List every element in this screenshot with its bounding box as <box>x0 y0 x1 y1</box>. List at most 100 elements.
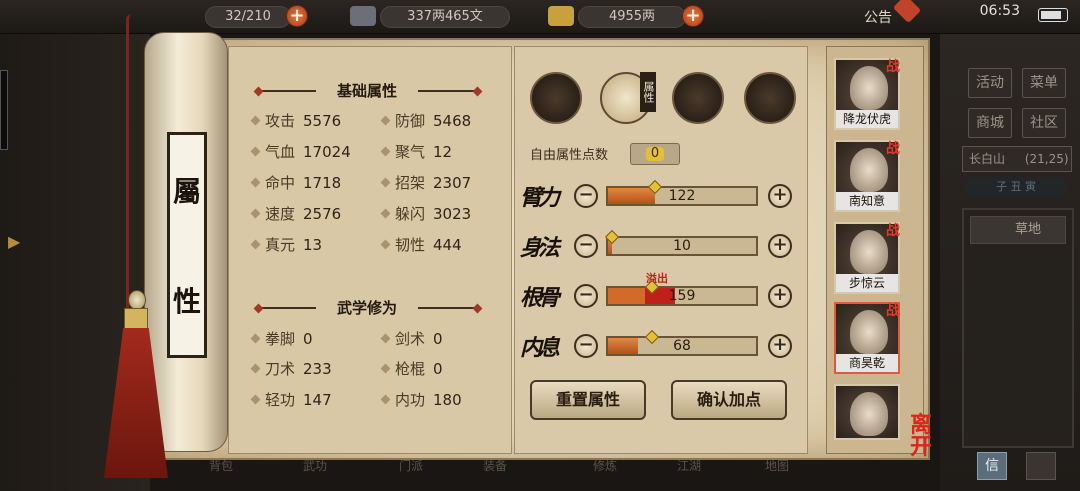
tassel-bead-icon <box>128 290 146 310</box>
martial-cultivation-title: 武学修为 <box>252 297 482 319</box>
silver-ingot-icon <box>548 6 574 26</box>
battle-tag: 战 <box>886 59 900 75</box>
stat-fist: 拳脚 0 <box>250 328 313 350</box>
dock-bag[interactable]: 背包 <box>196 457 246 487</box>
stat-defense: 防御 5468 <box>380 110 471 132</box>
stat-blade: 刀术 233 <box>250 358 332 380</box>
battle-tag: 战 <box>886 141 900 157</box>
inner-breath-minus-button[interactable]: − <box>574 334 598 358</box>
community-button[interactable]: 社区 <box>1022 108 1066 138</box>
member-name: 南知意 <box>836 192 898 210</box>
stat-dodge: 躲闪 3023 <box>380 203 471 225</box>
party-member[interactable]: 战 南知意 <box>834 140 900 212</box>
time-of-day: 子 丑 寅 <box>966 178 1066 196</box>
constitution-bar: 159 <box>606 279 758 306</box>
expand-arrow-icon[interactable]: ▶ <box>8 232 20 251</box>
constitution-plus-button[interactable]: + <box>768 284 792 308</box>
tassel-cap-icon <box>124 308 148 330</box>
member-name: 步惊云 <box>836 274 898 292</box>
bagua-icon[interactable] <box>672 72 724 124</box>
left-edge-tab[interactable] <box>0 70 8 150</box>
activity-button[interactable]: 活动 <box>968 68 1012 98</box>
terrain-label: 草地 <box>970 216 1066 244</box>
silver-display: 4955两 <box>578 6 686 28</box>
stat-toughness: 韧性 444 <box>380 234 462 256</box>
member-name: 降龙伏虎 <box>836 110 898 128</box>
info-button[interactable]: 信 <box>977 452 1007 480</box>
scroll-title-top: 屬 <box>172 175 201 208</box>
dock-world[interactable]: 江湖 <box>664 457 714 487</box>
member-name: 商昊乾 <box>836 354 898 372</box>
avatar <box>850 148 888 192</box>
avatar <box>850 230 888 274</box>
battle-tag: 战 <box>886 303 900 319</box>
stat-accuracy: 命中 1718 <box>250 172 341 194</box>
dock-equip[interactable]: 装备 <box>470 457 520 487</box>
inner-breath-value: 68 <box>673 338 691 354</box>
agility-bar: 10 <box>605 229 758 256</box>
stat-sword: 剑术 0 <box>380 328 443 350</box>
strength-value: 122 <box>668 188 696 204</box>
stamina-display: 32/210 <box>205 6 291 28</box>
agility-plus-button[interactable]: + <box>768 234 792 258</box>
announcement-badge-icon <box>892 0 922 24</box>
tassel-cord <box>126 14 132 314</box>
clock: 06:53 <box>979 3 1020 19</box>
reset-attributes-button[interactable]: 重置属性 <box>530 380 646 420</box>
stat-lightness: 轻功 147 <box>250 389 332 411</box>
stat-speed: 速度 2576 <box>250 203 341 225</box>
avatar <box>850 392 888 436</box>
party-member[interactable]: 战 降龙伏虎 <box>834 58 900 130</box>
stat-true-qi: 真元 13 <box>250 234 322 256</box>
stat-qi: 聚气 12 <box>380 141 452 163</box>
stat-attack: 攻击 5576 <box>250 110 341 132</box>
free-points-label: 自由属性点数 <box>530 148 609 163</box>
add-stamina-button[interactable]: + <box>286 5 308 27</box>
free-points-value: 0 <box>630 143 680 165</box>
dock-map[interactable]: 地图 <box>752 457 802 487</box>
location-coords: (21,25) <box>1024 152 1069 166</box>
attr-constitution-label: 根骨 <box>520 285 560 311</box>
constitution-value: 159 <box>668 288 696 304</box>
menu-button[interactable]: 菜单 <box>1022 68 1066 98</box>
avatar <box>850 310 888 354</box>
top-bar: 32/210 + 337两465文 4955两 + 公告 06:53 <box>0 0 1080 34</box>
leave-button[interactable]: 离开 <box>910 414 950 458</box>
battle-tag: 战 <box>886 223 900 239</box>
copper-icon <box>350 6 376 26</box>
add-silver-button[interactable]: + <box>682 5 704 27</box>
copper-display: 337两465文 <box>380 6 510 28</box>
avatar <box>850 66 888 110</box>
attr-strength-label: 臂力 <box>520 185 560 211</box>
location-name: 长白山 <box>969 152 1006 166</box>
inner-breath-plus-button[interactable]: + <box>768 334 792 358</box>
scroll-title: 屬 性 <box>167 132 207 358</box>
minimap[interactable] <box>962 208 1074 448</box>
attributes-tab-badge: 属性 <box>640 72 656 112</box>
confirm-points-button[interactable]: 确认加点 <box>671 380 787 420</box>
agility-value: 10 <box>673 238 691 254</box>
scroll-title-bottom: 性 <box>172 285 201 318</box>
stat-spear: 枪棍 0 <box>380 358 443 380</box>
battery-icon <box>1038 8 1068 22</box>
character-hat-icon[interactable] <box>530 72 582 124</box>
shop-button[interactable]: 商城 <box>968 108 1012 138</box>
stat-parry: 招架 2307 <box>380 172 471 194</box>
strength-bar: 122 <box>606 179 758 206</box>
party-member[interactable] <box>834 384 900 440</box>
announcement-button[interactable]: 公告 <box>864 7 892 27</box>
party-member-selected[interactable]: 战 商昊乾 <box>834 302 900 374</box>
dock-sect[interactable]: 门派 <box>386 457 436 487</box>
dock-train[interactable]: 修炼 <box>580 457 630 487</box>
inner-breath-bar: 68 <box>606 329 758 356</box>
dock-martial[interactable]: 武功 <box>290 457 340 487</box>
stat-hp: 气血 17024 <box>250 141 351 163</box>
attr-agility-label: 身法 <box>520 235 560 261</box>
constitution-minus-button[interactable]: − <box>574 284 598 308</box>
party-member[interactable]: 战 步惊云 <box>834 222 900 294</box>
strength-plus-button[interactable]: + <box>768 184 792 208</box>
strength-minus-button[interactable]: − <box>574 184 598 208</box>
agility-minus-button[interactable]: − <box>574 234 598 258</box>
extra-button[interactable] <box>1026 452 1056 480</box>
meridian-body-icon[interactable] <box>744 72 796 124</box>
